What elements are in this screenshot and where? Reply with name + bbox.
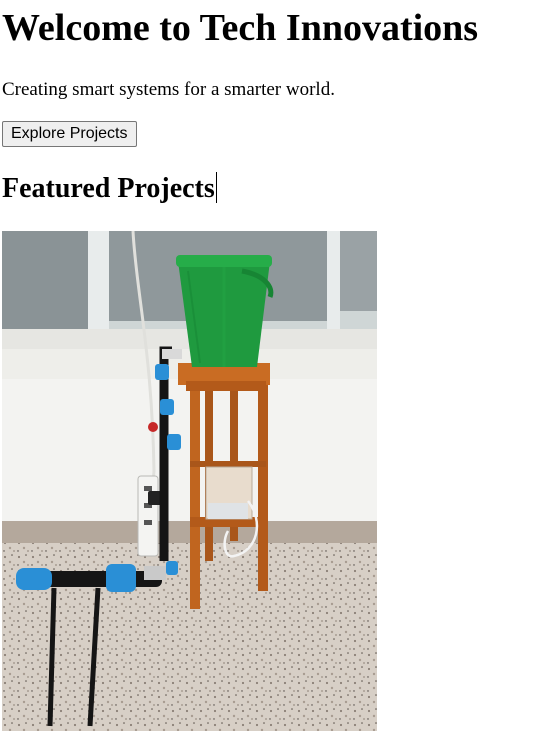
pipe-connector xyxy=(160,399,174,415)
wall xyxy=(2,379,377,544)
stand-leg xyxy=(190,381,200,609)
stand-leg xyxy=(258,381,268,591)
window-pane xyxy=(340,231,377,311)
text-cursor xyxy=(215,172,217,203)
pipe-connector xyxy=(106,564,136,592)
pipe-connector xyxy=(16,568,52,590)
tagline: Creating smart systems for a smarter wor… xyxy=(2,79,335,100)
window-pane xyxy=(2,231,88,329)
water-system-illustration xyxy=(2,231,377,731)
pipe-connector xyxy=(167,434,181,450)
page-title: Welcome to Tech Innovations xyxy=(2,7,479,49)
valve-handle xyxy=(148,422,158,432)
explore-projects-button[interactable]: Explore Projects xyxy=(2,121,137,147)
featured-projects-label: Featured Projects xyxy=(2,173,215,204)
project-photo xyxy=(2,231,377,731)
pipe-connector xyxy=(155,364,169,380)
featured-projects-heading: Featured Projects xyxy=(2,172,217,206)
skirting xyxy=(2,521,377,543)
